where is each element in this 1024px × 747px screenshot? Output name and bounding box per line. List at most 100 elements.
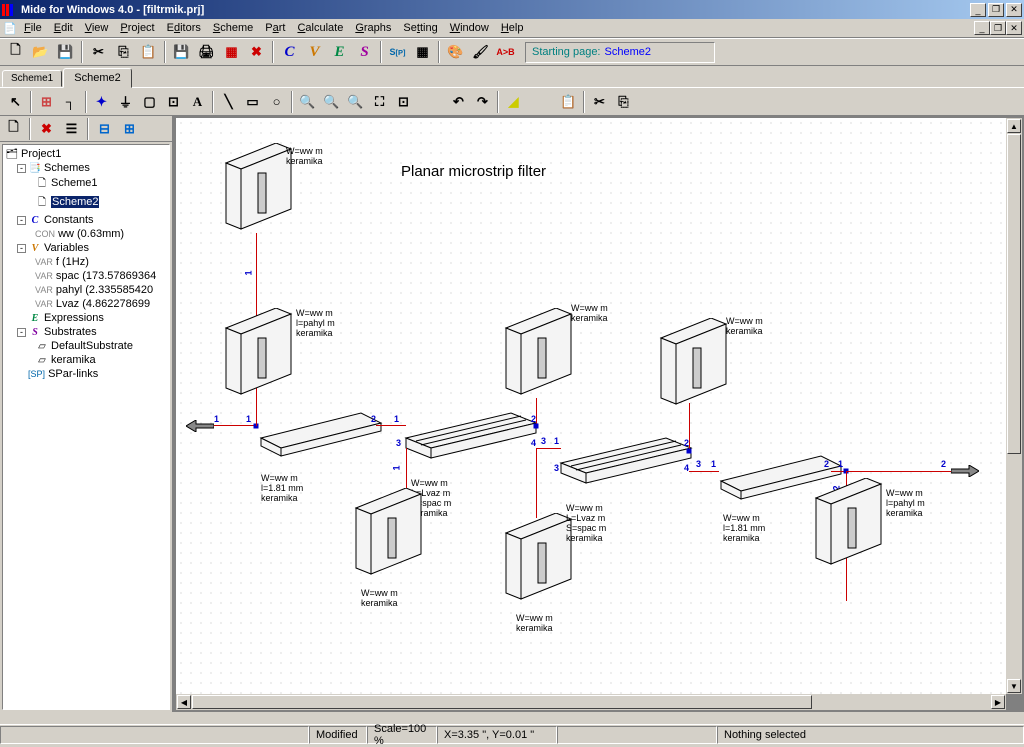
mdi-close-button[interactable]: ✕ <box>1006 21 1022 35</box>
mdi-restore-button[interactable]: ❐ <box>990 21 1006 35</box>
zoom100-button[interactable]: ⊡ <box>392 91 415 113</box>
menu-file[interactable]: File <box>18 20 48 36</box>
delete-button[interactable]: ✖ <box>35 118 58 140</box>
menu-part[interactable]: Part <box>259 20 291 36</box>
menu-edit[interactable]: Edit <box>48 20 79 36</box>
canvas[interactable]: Planar microstrip filter 1 1 2 1 W=ww m … <box>176 118 1006 694</box>
tree-sub-keramika[interactable]: ▱keramika <box>5 353 167 367</box>
maximize-button[interactable]: ❐ <box>988 3 1004 17</box>
port-button[interactable]: ✦ <box>90 91 113 113</box>
menu-help[interactable]: Help <box>495 20 530 36</box>
cut2-button[interactable]: ✂ <box>588 91 611 113</box>
cut-button[interactable]: ✂ <box>87 41 110 63</box>
component-open-stub[interactable] <box>806 478 891 573</box>
scroll-left-button[interactable]: ◀ <box>177 695 191 709</box>
print-button[interactable]: 🖨 <box>195 41 218 63</box>
tree-var-pahyl[interactable]: VAR pahyl (2.335585420 <box>5 283 167 297</box>
component-open-stub[interactable] <box>651 318 736 413</box>
grid-button[interactable]: ▦ <box>411 41 434 63</box>
line-button[interactable]: ╲ <box>217 91 240 113</box>
new-button[interactable]: 🗋 <box>4 41 27 63</box>
component-open-stub[interactable] <box>216 308 301 403</box>
tree-constants[interactable]: -CConstants <box>5 213 167 227</box>
expand-button[interactable]: ⊞ <box>118 118 141 140</box>
component-coupled[interactable] <box>556 433 696 503</box>
tree-var-spac[interactable]: VAR spac (173.57869364 <box>5 269 167 283</box>
zoomout-button[interactable]: 🔍 <box>320 91 343 113</box>
tab-scheme2[interactable]: Scheme2 <box>63 68 131 88</box>
mdi-minimize-button[interactable]: _ <box>974 21 990 35</box>
tree-sparlinks[interactable]: [SP] SPar-links <box>5 367 167 381</box>
scroll-right-button[interactable]: ▶ <box>991 695 1005 709</box>
tree-var-f[interactable]: VAR f (1Hz) <box>5 255 167 269</box>
menu-project[interactable]: Project <box>114 20 160 36</box>
zoomin-button[interactable]: 🔍 <box>296 91 319 113</box>
props-button[interactable]: ☰ <box>60 118 83 140</box>
tree-scheme2[interactable]: 🗋Scheme2 <box>5 194 167 213</box>
scroll-thumb-v[interactable] <box>1007 134 1021 454</box>
tree-var-lvaz[interactable]: VAR Lvaz (4.862278699 <box>5 297 167 311</box>
minimize-button[interactable]: _ <box>970 3 986 17</box>
expressions-button[interactable]: E <box>328 41 351 63</box>
horizontal-scrollbar[interactable]: ◀ ▶ <box>176 694 1006 710</box>
variables-button[interactable]: V <box>303 41 326 63</box>
scroll-down-button[interactable]: ▼ <box>1007 679 1021 693</box>
pastespecial-button[interactable]: 📋 <box>557 91 580 113</box>
save-button[interactable]: 💾 <box>54 41 77 63</box>
savepage-button[interactable]: 💾 <box>170 41 193 63</box>
zoomwin-button[interactable]: 🔍 <box>344 91 367 113</box>
net1-button[interactable]: ▢ <box>138 91 161 113</box>
tree-variables[interactable]: -VVariables <box>5 241 167 255</box>
menu-scheme[interactable]: Scheme <box>207 20 259 36</box>
paste-button[interactable]: 📋 <box>137 41 160 63</box>
highlight-button[interactable]: ◢ <box>502 91 525 113</box>
ground-button[interactable]: ⏚ <box>114 91 137 113</box>
vertical-scrollbar[interactable]: ▲ ▼ <box>1006 118 1022 694</box>
copy-button[interactable]: ⎘ <box>112 41 135 63</box>
constants-button[interactable]: C <box>278 41 301 63</box>
rect-button[interactable]: ▭ <box>241 91 264 113</box>
zoomfit-button[interactable]: ⛶ <box>368 91 391 113</box>
tree-sub-default[interactable]: ▱DefaultSubstrate <box>5 339 167 353</box>
menu-editors[interactable]: Editors <box>161 20 207 36</box>
pointer-button[interactable]: ↖ <box>4 91 27 113</box>
scroll-up-button[interactable]: ▲ <box>1007 119 1021 133</box>
menu-window[interactable]: Window <box>444 20 495 36</box>
startpage-link[interactable]: Scheme2 <box>605 46 651 58</box>
tree-const-ww[interactable]: CON ww (0.63mm) <box>5 227 167 241</box>
tool-a-button[interactable]: 🎨 <box>444 41 467 63</box>
menu-calculate[interactable]: Calculate <box>291 20 349 36</box>
tree-root[interactable]: 🗂Project1 <box>5 147 167 161</box>
substrates-button[interactable]: S <box>353 41 376 63</box>
component-open-stub[interactable] <box>346 488 431 583</box>
menu-graphs[interactable]: Graphs <box>349 20 397 36</box>
scroll-thumb-h[interactable] <box>192 695 812 709</box>
text-button[interactable]: A <box>186 91 209 113</box>
redo-button[interactable]: ↷ <box>471 91 494 113</box>
close-button[interactable]: ✕ <box>1006 3 1022 17</box>
ellipse-button[interactable]: ○ <box>265 91 288 113</box>
component-coupled[interactable] <box>401 408 541 478</box>
addpage-button[interactable]: ▦ <box>220 41 243 63</box>
tool-c-button[interactable]: A>B <box>494 41 517 63</box>
wire-button[interactable]: ┐ <box>59 91 82 113</box>
component-open-stub[interactable] <box>496 308 581 403</box>
copy2-button[interactable]: ⎘ <box>612 91 635 113</box>
newpage-button[interactable]: 🗋 <box>2 118 25 140</box>
project-tree[interactable]: 🗂Project1 -📑Schemes 🗋Scheme1 🗋Scheme2 -C… <box>2 144 170 710</box>
tree-schemes[interactable]: -📑Schemes <box>5 161 167 175</box>
sp-button[interactable]: S[P] <box>386 41 409 63</box>
tool-b-button[interactable]: 🖌 <box>469 41 492 63</box>
menu-view[interactable]: View <box>79 20 115 36</box>
undo-button[interactable]: ↶ <box>447 91 470 113</box>
tree-expressions[interactable]: EExpressions <box>5 311 167 325</box>
delpage-button[interactable]: ✖ <box>245 41 268 63</box>
tree-substrates[interactable]: -SSubstrates <box>5 325 167 339</box>
menu-setting[interactable]: Setting <box>397 20 443 36</box>
component-msline[interactable] <box>256 408 386 468</box>
net2-button[interactable]: ⊡ <box>162 91 185 113</box>
open-button[interactable]: 📂 <box>29 41 52 63</box>
component-button[interactable]: ⊞ <box>35 91 58 113</box>
tab-scheme1[interactable]: Scheme1 <box>2 70 62 87</box>
collapse-button[interactable]: ⊟ <box>93 118 116 140</box>
